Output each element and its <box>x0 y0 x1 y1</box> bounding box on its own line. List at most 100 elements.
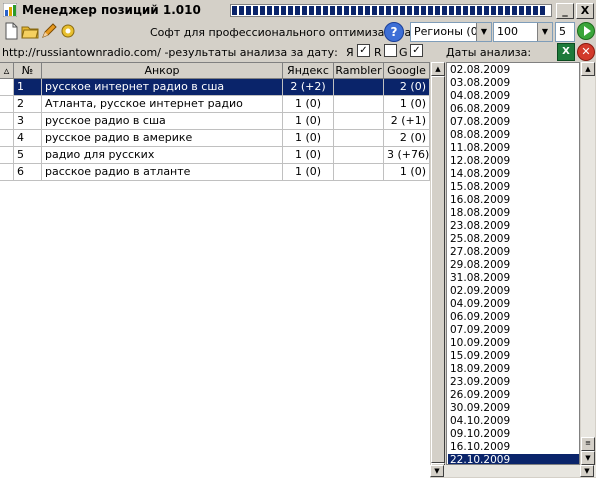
yandex-checkbox[interactable]: ✓ <box>357 44 370 57</box>
date-list-item[interactable]: 06.08.2009 <box>448 103 579 115</box>
date-list-item[interactable]: 08.08.2009 <box>448 129 579 141</box>
table-row[interactable]: 4 русское радио в америке 1 (0) 2 (0) <box>0 130 430 147</box>
table-scrollbar[interactable]: ▲ ▼ <box>430 62 445 477</box>
scroll-right-icon[interactable]: ▼ <box>580 465 594 477</box>
regions-value: Регионы (0) <box>414 25 483 38</box>
chevron-down-icon[interactable]: ▼ <box>476 23 491 41</box>
date-list-item[interactable]: 23.09.2009 <box>448 376 579 388</box>
cell-yandex: 1 (0) <box>283 147 334 164</box>
rambler-checkbox[interactable] <box>384 44 397 57</box>
cell-anchor: Атланта, русское интернет радио <box>42 96 283 113</box>
scrollbar-thumb[interactable] <box>431 76 445 463</box>
date-list-item[interactable]: 10.09.2009 <box>448 337 579 349</box>
date-list-item[interactable]: 27.08.2009 <box>448 246 579 258</box>
cell-anchor: расское радио в атланте <box>42 164 283 181</box>
date-list-item[interactable]: 07.09.2009 <box>448 324 579 336</box>
progress-bar <box>230 4 552 17</box>
column-header-google[interactable]: Google <box>384 63 430 79</box>
open-folder-icon[interactable] <box>21 22 39 40</box>
date-list-item[interactable]: 16.10.2009 <box>448 441 579 453</box>
cell-rambler <box>334 96 384 113</box>
results-count-dropdown[interactable]: 100 ▼ <box>493 22 553 42</box>
table-row[interactable]: 2 Атланта, русское интернет радио 1 (0) 1 (… <box>0 96 430 113</box>
table-row[interactable]: 5 радио для русских 1 (0) 3 (+76) <box>0 147 430 164</box>
edit-pencil-icon[interactable] <box>40 22 58 40</box>
scroll-up-icon[interactable]: ▲ <box>581 62 595 76</box>
chevron-down-icon[interactable]: ▼ <box>537 23 552 41</box>
positions-table: ▵ № Анкор Яндекс Rambler Google 1 русское… <box>0 62 430 478</box>
cell-number: 2 <box>14 96 42 113</box>
table-row[interactable]: 1 русское интернет радио в сша 2 (+2) 2 (0) <box>0 79 430 96</box>
scroll-up-icon[interactable]: ▲ <box>431 62 445 76</box>
date-list-item[interactable]: 03.08.2009 <box>448 77 579 89</box>
start-play-button[interactable] <box>577 22 595 40</box>
row-indicator <box>0 96 14 113</box>
date-list-item[interactable]: 04.09.2009 <box>448 298 579 310</box>
date-list-item[interactable]: 26.09.2009 <box>448 389 579 401</box>
dates-list[interactable]: 02.08.2009 03.08.2009 04.08.2009 06.08.2009… <box>446 62 580 465</box>
date-list-item[interactable]: 11.08.2009 <box>448 142 579 154</box>
date-list-item[interactable]: 25.08.2009 <box>448 233 579 245</box>
cell-rambler <box>334 113 384 130</box>
dates-scrollbar[interactable]: ▲ ≡ ▼ <box>580 62 595 465</box>
date-list-item[interactable]: 15.09.2009 <box>448 350 579 362</box>
regions-dropdown[interactable]: Регионы (0) ▼ <box>410 22 492 42</box>
cell-anchor: русское радио в америке <box>42 130 283 147</box>
new-file-icon[interactable] <box>2 22 20 40</box>
google-checkbox[interactable]: ✓ <box>410 44 423 57</box>
scroll-left-icon[interactable]: ▼ <box>430 465 444 477</box>
cell-google: 1 (0) <box>384 96 430 113</box>
row-indicator <box>0 164 14 181</box>
threads-input[interactable]: 5 <box>555 22 575 42</box>
scrollbar-thumb[interactable]: ≡ <box>581 437 595 451</box>
date-list-item[interactable]: 18.08.2009 <box>448 207 579 219</box>
progress-fill <box>232 6 545 15</box>
tagline-text: Софт для профессионального оптимизатора <box>150 26 412 39</box>
date-list-item[interactable]: 31.08.2009 <box>448 272 579 284</box>
row-indicator <box>0 113 14 130</box>
dates-label: Даты анализа: <box>446 46 532 59</box>
date-list-item[interactable]: 16.08.2009 <box>448 194 579 206</box>
date-list-item[interactable]: 07.08.2009 <box>448 116 579 128</box>
results-count-value: 100 <box>497 25 518 38</box>
date-list-item[interactable]: 23.08.2009 <box>448 220 579 232</box>
excel-export-button[interactable]: X <box>557 43 575 61</box>
cell-number: 3 <box>14 113 42 130</box>
settings-gear-icon[interactable] <box>59 22 77 40</box>
threads-value: 5 <box>559 25 566 38</box>
date-list-item[interactable]: 04.10.2009 <box>448 415 579 427</box>
minimize-button[interactable]: _ <box>556 3 574 19</box>
delete-date-button[interactable]: ✕ <box>577 43 595 61</box>
cell-yandex: 1 (0) <box>283 96 334 113</box>
sort-column-header[interactable]: ▵ <box>0 63 14 79</box>
date-list-item[interactable]: 30.09.2009 <box>448 402 579 414</box>
column-header-yandex[interactable]: Яндекс <box>283 63 334 79</box>
date-list-item[interactable]: 29.08.2009 <box>448 259 579 271</box>
scroll-down-icon[interactable]: ▼ <box>581 451 595 465</box>
cell-rambler <box>334 164 384 181</box>
date-list-item[interactable]: 22.10.2009 <box>448 454 579 464</box>
date-list-item[interactable]: 18.09.2009 <box>448 363 579 375</box>
table-row[interactable]: 6 расское радио в атланте 1 (0) 1 (0) <box>0 164 430 181</box>
date-list-item[interactable]: 12.08.2009 <box>448 155 579 167</box>
help-button[interactable]: ? <box>384 22 404 42</box>
yandex-check-label: Я <box>346 46 354 59</box>
table-row[interactable]: 3 русское радио в сша 1 (0) 2 (+1) <box>0 113 430 130</box>
column-header-rambler[interactable]: Rambler <box>334 63 384 79</box>
app-chart-icon <box>3 3 17 17</box>
date-list-item[interactable]: 15.08.2009 <box>448 181 579 193</box>
analysis-url-text: http://russiantownradio.com/ -результаты… <box>2 46 338 59</box>
column-header-number[interactable]: № <box>14 63 42 79</box>
date-list-item[interactable]: 09.10.2009 <box>448 428 579 440</box>
dates-hscrollbar[interactable]: ▼ ▼ <box>430 465 596 477</box>
close-button[interactable]: X <box>576 3 594 19</box>
column-header-anchor[interactable]: Анкор <box>42 63 283 79</box>
date-list-item[interactable]: 04.08.2009 <box>448 90 579 102</box>
date-list-item[interactable]: 14.08.2009 <box>448 168 579 180</box>
row-indicator <box>0 147 14 164</box>
date-list-item[interactable]: 02.08.2009 <box>448 64 579 76</box>
google-check-label: G <box>399 46 408 59</box>
date-list-item[interactable]: 06.09.2009 <box>448 311 579 323</box>
cell-yandex: 1 (0) <box>283 164 334 181</box>
date-list-item[interactable]: 02.09.2009 <box>448 285 579 297</box>
